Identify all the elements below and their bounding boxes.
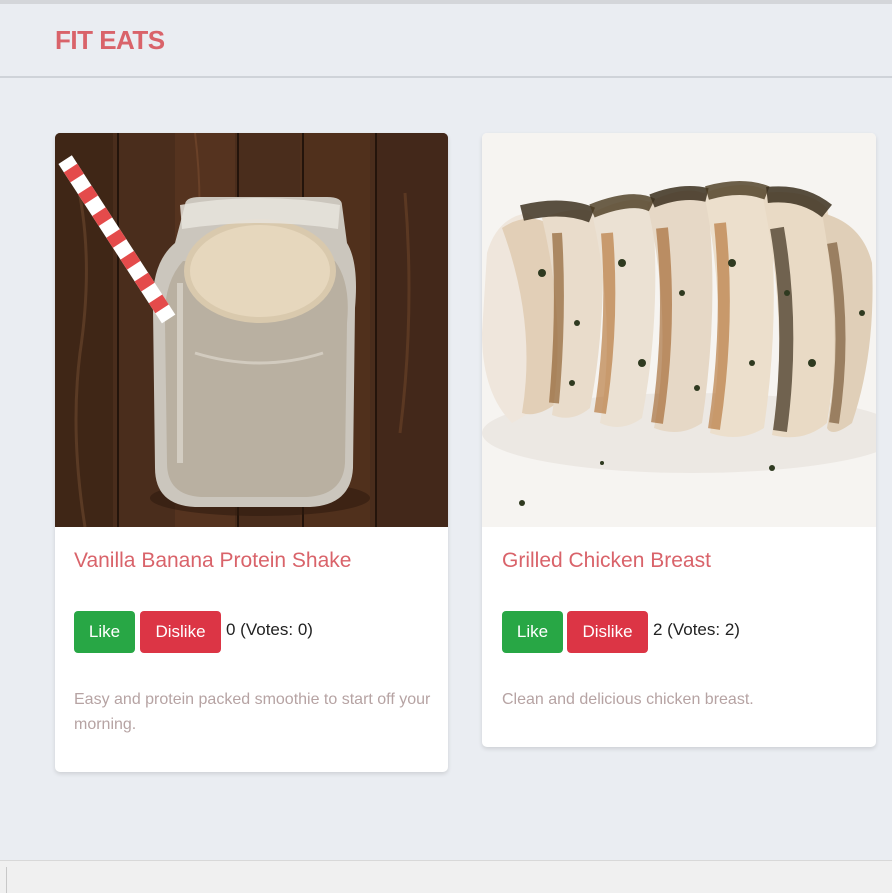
grilled-chicken-photo-icon: [482, 133, 876, 527]
grilled-chicken-image: [482, 133, 876, 527]
brand-logo-link[interactable]: FIT EATS: [55, 25, 165, 56]
dislike-button[interactable]: Dislike: [567, 611, 648, 653]
food-card: Grilled Chicken Breast Like Dislike 2 (V…: [482, 133, 876, 747]
like-button[interactable]: Like: [502, 611, 563, 653]
vote-count: 2 (Votes: 2): [653, 620, 740, 639]
like-button[interactable]: Like: [74, 611, 135, 653]
card-title: Vanilla Banana Protein Shake: [74, 549, 352, 572]
card-description: Clean and delicious chicken breast.: [502, 691, 754, 708]
card-description: Easy and protein packed smoothie to star…: [74, 691, 431, 733]
card-title: Grilled Chicken Breast: [502, 549, 711, 572]
status-bar: [0, 860, 892, 893]
food-card: Vanilla Banana Protein Shake Like Dislik…: [55, 133, 448, 772]
navbar: FIT EATS: [0, 4, 892, 78]
status-bar-divider: [6, 867, 7, 893]
vote-count: 0 (Votes: 0): [226, 620, 313, 639]
protein-shake-photo-icon: [55, 133, 448, 527]
protein-shake-image: [55, 133, 448, 527]
dislike-button[interactable]: Dislike: [140, 611, 221, 653]
